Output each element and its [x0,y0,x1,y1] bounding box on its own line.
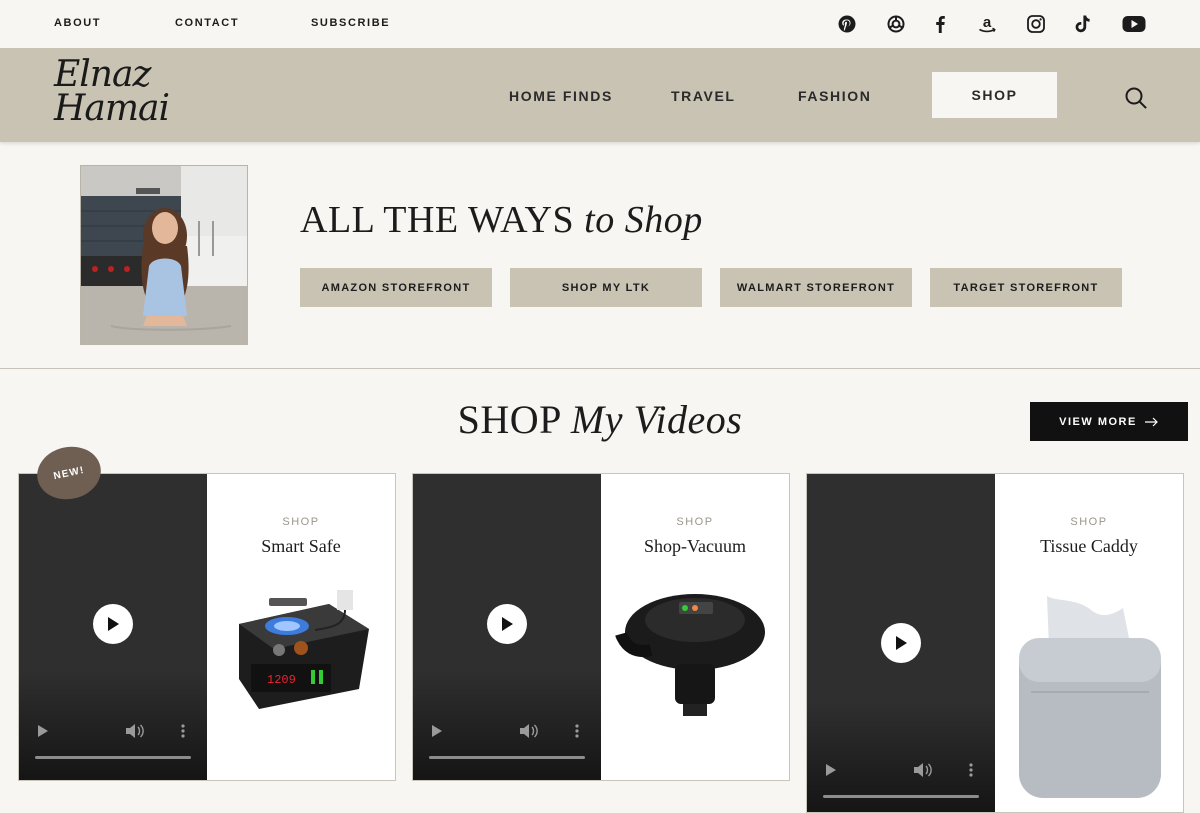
product-name[interactable]: Smart Safe [207,536,395,557]
amazon-icon[interactable]: a [975,12,999,36]
shop-label: SHOP [282,516,320,528]
tissue-caddy-image [1019,596,1161,798]
logo-line-2: Hamai [54,88,170,129]
video-card-tissue-caddy: SHOP Tissue Caddy [806,473,1184,813]
smart-safe-image: 1209 [239,590,369,709]
product-panel[interactable]: SHOP Shop-Vacuum [601,474,789,780]
video-progress-bar[interactable] [35,756,191,759]
more-options-icon[interactable] [575,724,579,738]
search-icon[interactable] [1124,86,1148,110]
ltk-icon[interactable] [884,12,908,36]
view-more-label: VIEW MORE [1059,415,1137,428]
nav-fashion[interactable]: FASHION [798,88,871,104]
play-icon[interactable] [881,623,921,663]
walmart-storefront-button[interactable]: WALMART STOREFRONT [720,268,912,307]
view-more-button[interactable]: VIEW MORE [1030,402,1188,441]
more-options-icon[interactable] [181,724,185,738]
product-name[interactable]: Shop-Vacuum [601,536,789,557]
nav-home-finds[interactable]: HOME FINDS [509,88,613,104]
pinterest-icon[interactable] [835,12,859,36]
play-icon[interactable] [487,604,527,644]
svg-text:a: a [983,14,992,31]
utility-bar: ABOUT CONTACT SUBSCRIBE a [0,0,1200,48]
about-link[interactable]: ABOUT [54,17,101,29]
ways-title-main: ALL THE WAYS [300,199,585,241]
play-icon[interactable] [93,604,133,644]
videos-title-main: SHOP [457,397,571,442]
amazon-storefront-button[interactable]: AMAZON STOREFRONT [300,268,492,307]
product-panel[interactable]: SHOP Tissue Caddy [995,474,1183,812]
target-storefront-button[interactable]: TARGET STOREFRONT [930,268,1122,307]
youtube-icon[interactable] [1122,12,1146,36]
logo-line-1: Elnaz [54,54,151,95]
nav-shop-button[interactable]: SHOP [932,72,1057,118]
contact-link[interactable]: CONTACT [175,17,239,29]
volume-icon[interactable] [913,763,933,777]
video-player[interactable] [413,474,601,780]
shop-label: SHOP [676,516,714,528]
svg-text:1209: 1209 [267,673,296,687]
nav-travel[interactable]: TRAVEL [671,88,736,104]
section-divider [0,368,1200,369]
video-player[interactable] [19,474,207,780]
ways-title-italic: to Shop [584,199,703,241]
product-panel[interactable]: SHOP Smart Safe 1209 [207,474,395,780]
ways-to-shop-heading: ALL THE WAYS to Shop [300,198,703,242]
subscribe-link[interactable]: SUBSCRIBE [311,17,390,29]
video-card-smart-safe: SHOP Smart Safe 1209 [18,473,396,781]
shop-videos-heading: SHOP My Videos [0,396,1200,443]
main-navigation: Elnaz Hamai HOME FINDS TRAVEL FASHION SH… [0,48,1200,142]
shop-my-ltk-button[interactable]: SHOP MY LTK [510,268,702,307]
video-card-shop-vacuum: SHOP Shop-Vacuum [412,473,790,781]
play-small-icon[interactable] [825,763,837,777]
video-progress-bar[interactable] [429,756,585,759]
videos-title-italic: My Videos [570,397,743,442]
tiktok-icon[interactable] [1071,12,1095,36]
volume-icon[interactable] [125,724,145,738]
shop-vacuum-image [615,594,765,716]
product-name[interactable]: Tissue Caddy [995,536,1183,557]
instagram-icon[interactable] [1024,12,1048,36]
play-small-icon[interactable] [431,724,443,738]
volume-icon[interactable] [519,724,539,738]
more-options-icon[interactable] [969,763,973,777]
site-logo[interactable]: Elnaz Hamai [54,54,170,132]
shop-label: SHOP [1070,516,1108,528]
video-progress-bar[interactable] [823,795,979,798]
video-player[interactable] [807,474,995,812]
author-portrait [80,165,248,345]
play-small-icon[interactable] [37,724,49,738]
facebook-icon[interactable] [928,12,952,36]
arrow-right-icon [1144,417,1158,426]
